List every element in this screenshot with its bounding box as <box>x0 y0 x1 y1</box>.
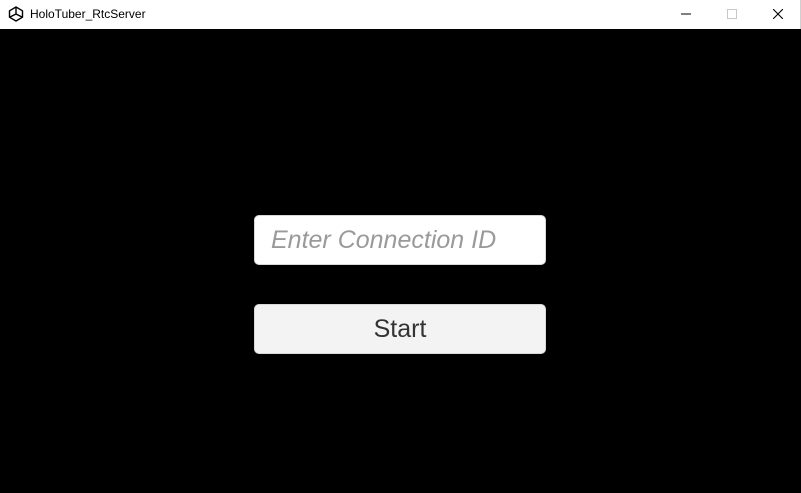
close-icon <box>773 9 783 19</box>
minimize-button[interactable] <box>663 0 709 29</box>
maximize-icon <box>727 9 737 19</box>
unity-icon <box>8 6 24 22</box>
maximize-button[interactable] <box>709 0 755 29</box>
start-button[interactable]: Start <box>254 304 546 354</box>
window-title: HoloTuber_RtcServer <box>30 7 146 21</box>
app-window: HoloTuber_RtcServer Start <box>0 0 801 493</box>
connection-id-input[interactable] <box>254 215 546 265</box>
title-bar[interactable]: HoloTuber_RtcServer <box>0 0 801 29</box>
minimize-icon <box>681 13 691 15</box>
app-canvas: Start <box>0 29 801 493</box>
close-button[interactable] <box>755 0 801 29</box>
